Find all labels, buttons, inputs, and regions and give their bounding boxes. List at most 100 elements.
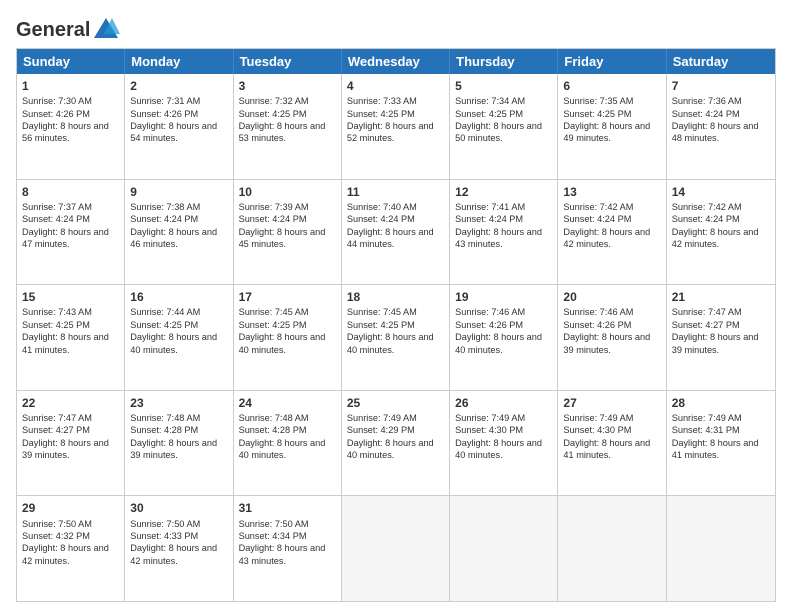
calendar-cell-30: 30Sunrise: 7:50 AMSunset: 4:33 PMDayligh… [125,496,233,601]
sunset: Sunset: 4:25 PM [563,109,631,119]
header-day-thursday: Thursday [450,49,558,74]
day-number: 17 [239,289,336,305]
sunrise: Sunrise: 7:47 AM [22,413,92,423]
sunrise: Sunrise: 7:42 AM [672,202,742,212]
header-day-sunday: Sunday [17,49,125,74]
calendar-cell-empty [342,496,450,601]
header-day-monday: Monday [125,49,233,74]
calendar-cell-2: 2Sunrise: 7:31 AMSunset: 4:26 PMDaylight… [125,74,233,179]
calendar-cell-8: 8 Sunrise: 7:37 AM Sunset: 4:24 PM Daylight… [17,180,125,285]
calendar-cell-16: 16Sunrise: 7:44 AMSunset: 4:25 PMDayligh… [125,285,233,390]
header-day-tuesday: Tuesday [234,49,342,74]
logo-icon [92,16,120,44]
sunrise: Sunrise: 7:40 AM [347,202,417,212]
calendar-cell-26: 26Sunrise: 7:49 AMSunset: 4:30 PMDayligh… [450,391,558,496]
day-number: 20 [563,289,660,305]
calendar-cell-28: 28Sunrise: 7:49 AMSunset: 4:31 PMDayligh… [667,391,775,496]
sunset: Sunset: 4:26 PM [455,320,523,330]
calendar-cell-20: 20Sunrise: 7:46 AMSunset: 4:26 PMDayligh… [558,285,666,390]
daylight: Daylight: 8 hours and 41 minutes. [22,332,109,354]
sunset: Sunset: 4:24 PM [672,214,740,224]
calendar-cell-19: 19Sunrise: 7:46 AMSunset: 4:26 PMDayligh… [450,285,558,390]
sunset: Sunset: 4:25 PM [22,320,90,330]
daylight: Daylight: 8 hours and 42 minutes. [22,543,109,565]
sunset: Sunset: 4:25 PM [130,320,198,330]
header: General [16,16,776,40]
sunrise: Sunrise: 7:34 AM [455,96,525,106]
calendar-cell-10: 10Sunrise: 7:39 AMSunset: 4:24 PMDayligh… [234,180,342,285]
sunset: Sunset: 4:34 PM [239,531,307,541]
sunset: Sunset: 4:25 PM [347,109,415,119]
calendar-body: 1 Sunrise: 7:30 AM Sunset: 4:26 PM Daylight… [17,74,775,601]
sunrise: Sunrise: 7:49 AM [563,413,633,423]
day-number: 3 [239,78,336,94]
day-number: 29 [22,500,119,516]
sunrise: Sunrise: 7:30 AM [22,96,92,106]
sunset: Sunset: 4:24 PM [130,214,198,224]
sunrise: Sunrise: 7:33 AM [347,96,417,106]
sunrise: Sunrise: 7:36 AM [672,96,742,106]
calendar-cell-29: 29Sunrise: 7:50 AMSunset: 4:32 PMDayligh… [17,496,125,601]
daylight: Daylight: 8 hours and 56 minutes. [22,121,109,143]
daylight: Daylight: 8 hours and 39 minutes. [672,332,759,354]
daylight: Daylight: 8 hours and 39 minutes. [22,438,109,460]
daylight: Daylight: 8 hours and 43 minutes. [455,227,542,249]
sunrise: Sunrise: 7:38 AM [130,202,200,212]
daylight: Daylight: 8 hours and 40 minutes. [239,438,326,460]
day-number: 6 [563,78,660,94]
day-number: 18 [347,289,444,305]
calendar-cell-24: 24Sunrise: 7:48 AMSunset: 4:28 PMDayligh… [234,391,342,496]
daylight: Daylight: 8 hours and 40 minutes. [347,438,434,460]
sunset: Sunset: 4:24 PM [563,214,631,224]
daylight: Daylight: 8 hours and 54 minutes. [130,121,217,143]
header-day-wednesday: Wednesday [342,49,450,74]
sunset: Sunset: 4:26 PM [22,109,90,119]
daylight: Daylight: 8 hours and 42 minutes. [563,227,650,249]
calendar-cell-22: 22Sunrise: 7:47 AMSunset: 4:27 PMDayligh… [17,391,125,496]
day-number: 27 [563,395,660,411]
daylight: Daylight: 8 hours and 40 minutes. [455,332,542,354]
sunset: Sunset: 4:33 PM [130,531,198,541]
day-number: 8 [22,184,119,200]
calendar-cell-18: 18Sunrise: 7:45 AMSunset: 4:25 PMDayligh… [342,285,450,390]
day-number: 26 [455,395,552,411]
sunrise: Sunrise: 7:32 AM [239,96,309,106]
calendar-cell-9: 9Sunrise: 7:38 AMSunset: 4:24 PMDaylight… [125,180,233,285]
daylight: Daylight: 8 hours and 50 minutes. [455,121,542,143]
daylight: Daylight: 8 hours and 44 minutes. [347,227,434,249]
day-number: 30 [130,500,227,516]
sunset: Sunset: 4:24 PM [22,214,90,224]
sunset: Sunset: 4:32 PM [22,531,90,541]
sunset: Sunset: 4:28 PM [130,425,198,435]
sunset: Sunset: 4:25 PM [239,109,307,119]
calendar-cell-empty [450,496,558,601]
calendar-cell-25: 25Sunrise: 7:49 AMSunset: 4:29 PMDayligh… [342,391,450,496]
calendar-row-4: 29 Sunrise: 7:50 AM Sunset: 4:32 PM Dayligh… [17,495,775,601]
daylight: Daylight: 8 hours and 45 minutes. [239,227,326,249]
daylight: Daylight: 8 hours and 52 minutes. [347,121,434,143]
sunrise: Sunrise: 7:37 AM [22,202,92,212]
calendar-cell-27: 27Sunrise: 7:49 AMSunset: 4:30 PMDayligh… [558,391,666,496]
daylight: Daylight: 8 hours and 47 minutes. [22,227,109,249]
sunrise: Sunrise: 7:49 AM [672,413,742,423]
calendar-cell-5: 5Sunrise: 7:34 AMSunset: 4:25 PMDaylight… [450,74,558,179]
sunrise: Sunrise: 7:45 AM [239,307,309,317]
sunrise: Sunrise: 7:35 AM [563,96,633,106]
sunrise: Sunrise: 7:50 AM [239,519,309,529]
page: General SundayMondayTuesdayWednesdayThur… [0,0,792,612]
day-number: 28 [672,395,770,411]
sunrise: Sunrise: 7:31 AM [130,96,200,106]
day-number: 1 [22,78,119,94]
calendar-cell-1: 1 Sunrise: 7:30 AM Sunset: 4:26 PM Daylight… [17,74,125,179]
day-number: 16 [130,289,227,305]
day-number: 5 [455,78,552,94]
sunset: Sunset: 4:26 PM [130,109,198,119]
sunset: Sunset: 4:24 PM [239,214,307,224]
calendar-cell-empty [667,496,775,601]
sunrise: Sunrise: 7:39 AM [239,202,309,212]
daylight: Daylight: 8 hours and 48 minutes. [672,121,759,143]
day-number: 9 [130,184,227,200]
day-number: 15 [22,289,119,305]
sunrise: Sunrise: 7:49 AM [347,413,417,423]
day-number: 25 [347,395,444,411]
